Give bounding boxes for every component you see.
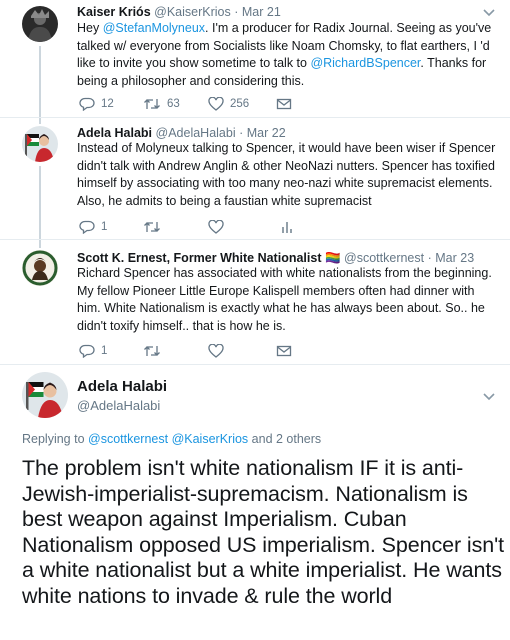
envelope-icon [276,345,292,357]
mention-link[interactable]: @KaiserKrios [172,432,249,446]
tweet-text: Hey @StefanMolyneux. I'm a producer for … [77,21,492,88]
separator: · [239,126,244,140]
reply-icon [79,220,95,234]
retweet-icon [144,99,160,109]
tweet-header: Scott K. Ernest, Former White Nationalis… [77,250,474,266]
retweet-icon [144,346,160,356]
heart-icon [208,97,224,111]
tweet-text: Richard Spencer has associated with whit… [77,266,492,333]
reply-icon [79,97,95,111]
dm-button[interactable] [276,97,292,111]
divider [0,117,510,118]
avatar[interactable] [22,6,58,42]
retweet-button[interactable] [143,220,161,234]
envelope-icon [276,98,292,110]
reply-icon [79,344,95,358]
reply-button[interactable]: 1 [79,344,107,358]
tweet[interactable]: Kaiser Kriós @KaiserKrios · Mar 21 Hey @… [0,4,510,114]
tweet-actions: 1 [77,344,497,360]
retweet-button[interactable] [143,344,161,358]
divider [0,364,510,365]
tweet-text: Instead of Molyneux talking to Spencer, … [77,141,496,208]
author-name[interactable]: Kaiser Kriós [77,5,151,19]
tweet-header: Adela Halabi @AdelaHalabi · Mar 22 [77,125,286,141]
heart-icon [208,220,224,234]
avatar[interactable] [22,250,58,286]
chevron-down-icon[interactable] [482,392,496,402]
separator: · [427,251,432,265]
analytics-icon [282,222,292,233]
tweet-actions: 1 [77,220,497,236]
divider [0,239,510,240]
mention-link[interactable]: @StefanMolyneux [103,21,205,35]
heart-icon [208,344,224,358]
author-handle[interactable]: @AdelaHalabi [77,398,160,413]
analytics-button[interactable] [280,220,294,234]
author-handle[interactable]: @KaiserKrios [154,5,231,19]
timestamp[interactable]: Mar 21 [242,5,281,19]
replying-to: Replying to @scottkernest @KaiserKrios a… [22,432,322,446]
like-button[interactable] [208,220,224,234]
mention-link[interactable]: @scottkernest [88,432,168,446]
tweet-actions: 12 63 256 [77,97,497,113]
tweet[interactable]: Adela Halabi @AdelaHalabi · Mar 22 Inste… [0,126,510,236]
like-button[interactable]: 256 [208,97,249,111]
like-button[interactable] [208,344,224,358]
tweet[interactable]: Scott K. Ernest, Former White Nationalis… [0,250,510,360]
reply-button[interactable]: 12 [79,97,114,111]
reply-button[interactable]: 1 [79,220,107,234]
chevron-down-icon[interactable] [482,8,496,18]
author-handle[interactable]: @scottkernest [344,251,424,265]
timestamp[interactable]: Mar 23 [435,251,474,265]
tweet-header: Kaiser Kriós @KaiserKrios · Mar 21 [77,4,281,20]
avatar[interactable] [22,126,58,162]
dm-button[interactable] [276,344,292,358]
author-name[interactable]: Adela Halabi [77,126,152,140]
main-tweet-text: The problem isn't white nationalism IF i… [22,456,504,608]
rainbow-flag-icon: 🏳️‍🌈 [324,251,341,265]
author-handle[interactable]: @AdelaHalabi [156,126,236,140]
retweet-icon [144,222,160,232]
mention-link[interactable]: @RichardBSpencer [310,56,420,70]
separator: · [234,5,239,19]
timestamp[interactable]: Mar 22 [247,126,286,140]
avatar[interactable] [22,372,68,418]
retweet-button[interactable]: 63 [143,97,180,111]
author-name[interactable]: Adela Halabi [77,378,167,395]
author-name[interactable]: Scott K. Ernest, Former White Nationalis… [77,251,321,265]
